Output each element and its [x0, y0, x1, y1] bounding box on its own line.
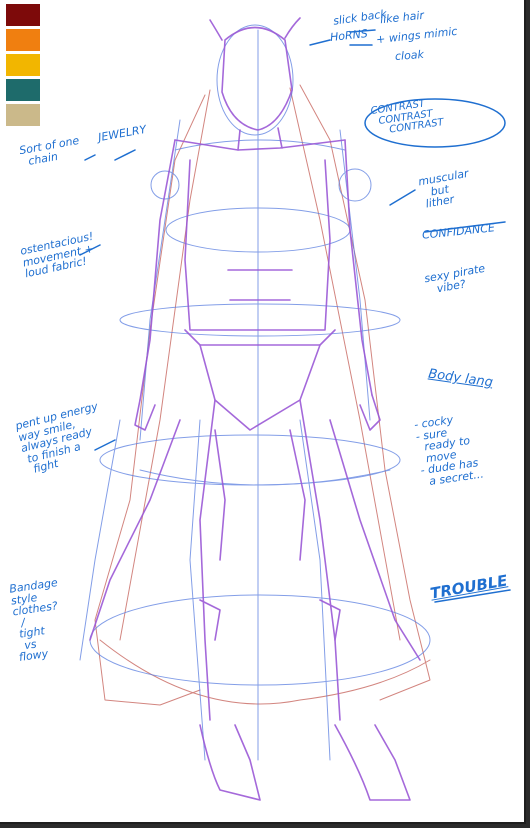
note-body-points: - cocky - sure ready to move - dude has … — [413, 413, 485, 489]
note-cloak: cloak — [394, 48, 425, 63]
annotation-marks — [79, 29, 511, 603]
cloak-back-lines — [94, 84, 431, 706]
drawing-canvas[interactable]: slick back HoRNS like hair + wings mimic… — [0, 0, 526, 824]
